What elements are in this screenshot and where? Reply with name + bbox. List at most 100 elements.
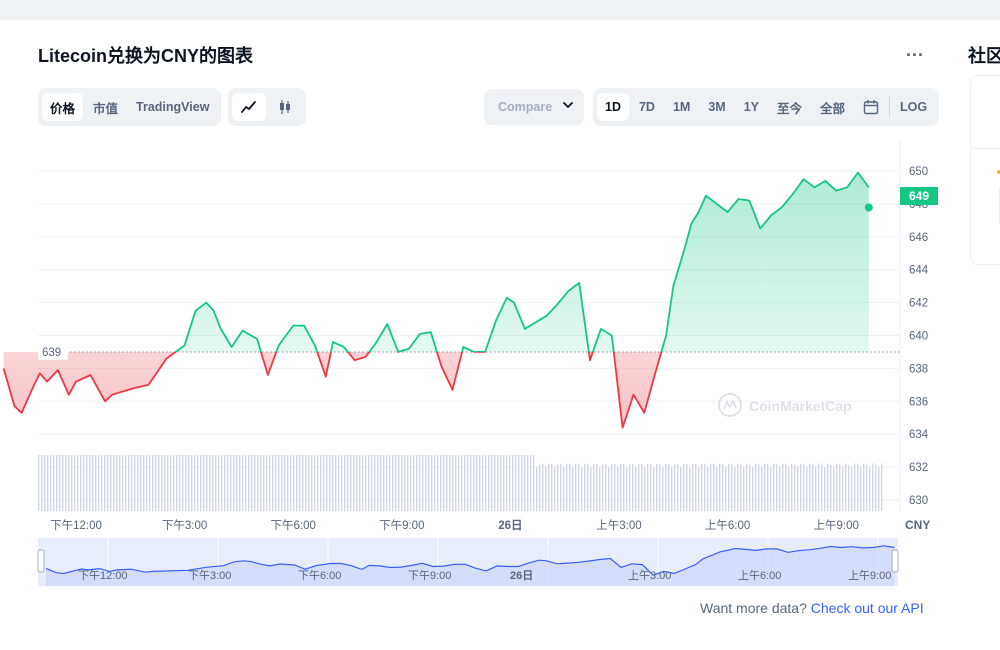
volume-bar bbox=[674, 463, 676, 511]
volume-bar bbox=[566, 464, 568, 511]
volume-bar bbox=[392, 455, 394, 511]
navigator-tick-label: 上午3:00 bbox=[628, 569, 671, 582]
volume-bar bbox=[641, 463, 643, 511]
volume-bar bbox=[761, 466, 763, 511]
volume-bar bbox=[494, 455, 496, 511]
navigator-tick-label: 下午3:00 bbox=[188, 569, 231, 582]
volume-bar bbox=[656, 463, 658, 511]
volume-bar bbox=[488, 455, 490, 511]
volume-bar bbox=[695, 464, 697, 511]
volume-bar bbox=[155, 455, 157, 511]
volume-bar bbox=[686, 464, 688, 511]
volume-bar bbox=[323, 455, 325, 511]
volume-bar bbox=[347, 455, 349, 511]
volume-bar bbox=[716, 466, 718, 511]
volume-bar bbox=[455, 455, 457, 511]
volume-bar bbox=[815, 466, 817, 511]
volume-bar bbox=[260, 455, 262, 511]
volume-bar bbox=[182, 455, 184, 511]
y-tick-label: 630 bbox=[909, 495, 928, 507]
volume-bar bbox=[635, 466, 637, 511]
volume-bar bbox=[362, 455, 364, 511]
volume-bar bbox=[89, 455, 91, 511]
volume-bar bbox=[281, 455, 283, 511]
volume-bar bbox=[83, 455, 85, 511]
volume-bar bbox=[698, 466, 700, 511]
volume-bar bbox=[407, 455, 409, 511]
volume-bar bbox=[275, 455, 277, 511]
volume-bar bbox=[809, 463, 811, 511]
volume-bar bbox=[662, 466, 664, 511]
volume-bar bbox=[293, 455, 295, 511]
volume-bar bbox=[164, 455, 166, 511]
volume-bar bbox=[824, 466, 826, 511]
volume-bar bbox=[830, 464, 832, 511]
volume-bar bbox=[452, 455, 454, 511]
volume-bar bbox=[380, 455, 382, 511]
volume-bar bbox=[320, 455, 322, 511]
volume-bar bbox=[341, 455, 343, 511]
volume-bar bbox=[587, 463, 589, 511]
volume-bar bbox=[800, 463, 802, 511]
volume-bar bbox=[299, 455, 301, 511]
volume-bar bbox=[509, 455, 511, 511]
volume-bar bbox=[536, 466, 538, 511]
volume-bar bbox=[152, 455, 154, 511]
volume-bar bbox=[638, 464, 640, 511]
volume-bar bbox=[737, 463, 739, 511]
volume-bar bbox=[608, 466, 610, 511]
volume-bar bbox=[581, 466, 583, 511]
volume-bar bbox=[689, 466, 691, 511]
volume-bar bbox=[470, 455, 472, 511]
volume-bar bbox=[92, 455, 94, 511]
volume-bar bbox=[230, 455, 232, 511]
volume-bar bbox=[569, 463, 571, 511]
volume-bar bbox=[308, 455, 310, 511]
volume-bar bbox=[401, 455, 403, 511]
api-link[interactable]: Check out our API bbox=[811, 600, 924, 616]
volume-bar bbox=[167, 455, 169, 511]
volume-bar bbox=[365, 455, 367, 511]
volume-bar bbox=[812, 464, 814, 511]
volume-bar bbox=[194, 455, 196, 511]
volume-bar bbox=[860, 466, 862, 511]
volume-bar bbox=[251, 455, 253, 511]
navigator-tick-label: 下午12:00 bbox=[78, 569, 128, 582]
volume-bar bbox=[776, 464, 778, 511]
volume-bar bbox=[245, 455, 247, 511]
volume-bar bbox=[416, 455, 418, 511]
volume-bar bbox=[359, 455, 361, 511]
volume-bar bbox=[653, 467, 655, 511]
volume-bar bbox=[41, 455, 43, 511]
y-tick-label: 638 bbox=[909, 363, 928, 375]
volume-bar bbox=[491, 455, 493, 511]
volume-bar bbox=[485, 455, 487, 511]
navigator-handle-left[interactable] bbox=[37, 549, 45, 573]
volume-bar bbox=[575, 464, 577, 511]
x-tick-label: 下午9:00 bbox=[379, 519, 424, 532]
current-price-label: 649 bbox=[909, 189, 929, 203]
volume-bar bbox=[188, 455, 190, 511]
volume-bar bbox=[137, 455, 139, 511]
volume-bar bbox=[527, 455, 529, 511]
volume-bar bbox=[617, 466, 619, 511]
volume-bar bbox=[734, 466, 736, 511]
volume-bar bbox=[221, 455, 223, 511]
volume-bar bbox=[449, 455, 451, 511]
volume-bar bbox=[650, 463, 652, 511]
volume-bar bbox=[317, 455, 319, 511]
volume-bar bbox=[818, 463, 820, 511]
volume-bar bbox=[626, 466, 628, 511]
price-chart[interactable]: 630632634636638640642644646648650下午12:00… bbox=[0, 0, 1000, 600]
coinmarketcap-watermark: CoinMarketCap bbox=[718, 393, 852, 417]
volume-bar bbox=[752, 466, 754, 511]
navigator-handle-right[interactable] bbox=[891, 549, 899, 573]
volume-bar bbox=[596, 463, 598, 511]
volume-bar bbox=[629, 464, 631, 511]
volume-bar bbox=[833, 466, 835, 511]
volume-bar bbox=[422, 455, 424, 511]
y-tick-label: 644 bbox=[909, 265, 929, 277]
volume-bar bbox=[101, 455, 103, 511]
volume-bar bbox=[176, 455, 178, 511]
volume-bar bbox=[161, 455, 163, 511]
